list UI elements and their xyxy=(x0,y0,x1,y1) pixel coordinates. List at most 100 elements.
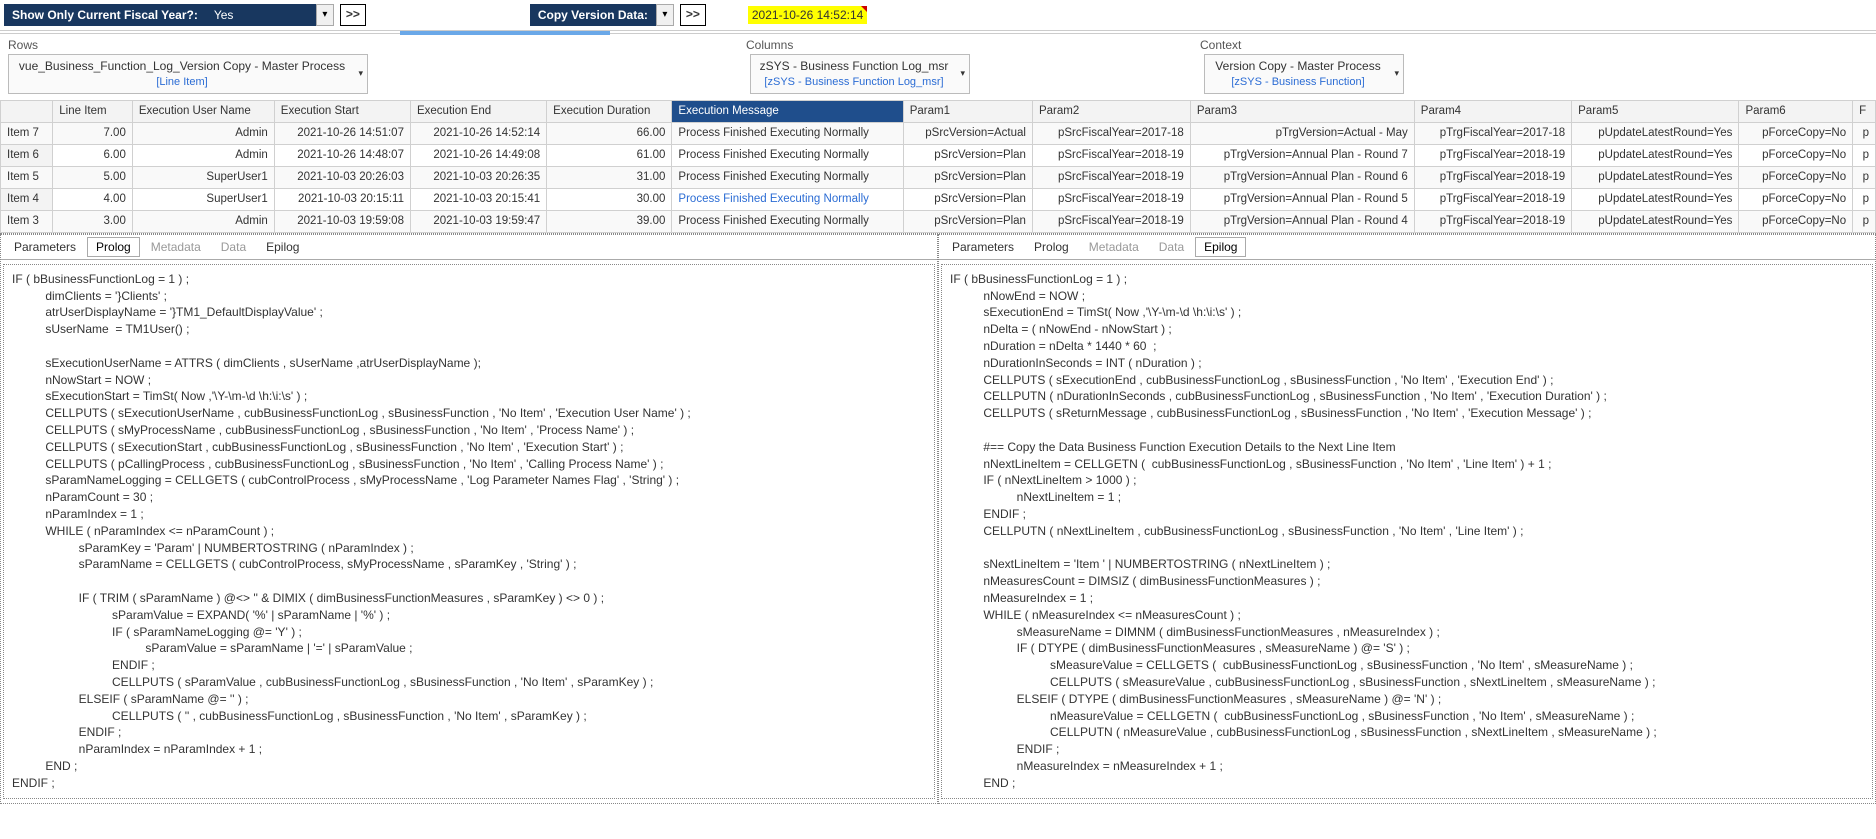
tab-prolog[interactable]: Prolog xyxy=(1025,237,1078,257)
cell-p7[interactable]: p xyxy=(1853,122,1876,144)
cell-p7[interactable]: p xyxy=(1853,144,1876,166)
col-end[interactable]: Execution End xyxy=(410,100,546,122)
col-param1[interactable]: Param1 xyxy=(903,100,1032,122)
row-header[interactable]: Item 6 xyxy=(1,144,53,166)
cell-p6[interactable]: pForceCopy=No xyxy=(1739,210,1853,232)
copy-version-go-button[interactable]: >> xyxy=(680,4,706,26)
cell-p3[interactable]: pTrgVersion=Annual Plan - Round 5 xyxy=(1190,188,1414,210)
cell-line[interactable]: 3.00 xyxy=(53,210,133,232)
col-param4[interactable]: Param4 xyxy=(1414,100,1571,122)
table-row[interactable]: Item 66.00Admin2021-10-26 14:48:072021-1… xyxy=(1,144,1876,166)
cell-duration[interactable]: 31.00 xyxy=(547,166,672,188)
data-grid[interactable]: Line Item Execution User Name Execution … xyxy=(0,100,1876,233)
cell-line[interactable]: 6.00 xyxy=(53,144,133,166)
cell-start[interactable]: 2021-10-26 14:51:07 xyxy=(274,122,410,144)
cell-user[interactable]: SuperUser1 xyxy=(132,188,274,210)
cell-p3[interactable]: pTrgVersion=Annual Plan - Round 6 xyxy=(1190,166,1414,188)
tab-data[interactable]: Data xyxy=(212,237,255,257)
cell-p3[interactable]: pTrgVersion=Annual Plan - Round 7 xyxy=(1190,144,1414,166)
cell-p5[interactable]: pUpdateLatestRound=Yes xyxy=(1572,188,1739,210)
cell-p5[interactable]: pUpdateLatestRound=Yes xyxy=(1572,210,1739,232)
cell-end[interactable]: 2021-10-03 19:59:47 xyxy=(410,210,546,232)
table-row[interactable]: Item 77.00Admin2021-10-26 14:51:072021-1… xyxy=(1,122,1876,144)
table-row[interactable]: Item 44.00SuperUser12021-10-03 20:15:112… xyxy=(1,188,1876,210)
cell-p2[interactable]: pSrcFiscalYear=2018-19 xyxy=(1032,188,1190,210)
copy-version-filter[interactable]: Copy Version Data: ▾ xyxy=(530,4,674,26)
cell-p5[interactable]: pUpdateLatestRound=Yes xyxy=(1572,144,1739,166)
cell-p6[interactable]: pForceCopy=No xyxy=(1739,188,1853,210)
cell-p6[interactable]: pForceCopy=No xyxy=(1739,166,1853,188)
row-header[interactable]: Item 5 xyxy=(1,166,53,188)
cell-p1[interactable]: pSrcVersion=Plan xyxy=(903,210,1032,232)
context-dimension-selector[interactable]: Version Copy - Master Process [zSYS - Bu… xyxy=(1204,54,1404,94)
tab-data[interactable]: Data xyxy=(1150,237,1193,257)
col-param6[interactable]: Param6 xyxy=(1739,100,1853,122)
tab-metadata[interactable]: Metadata xyxy=(1080,237,1148,257)
cell-end[interactable]: 2021-10-03 20:15:41 xyxy=(410,188,546,210)
cell-end[interactable]: 2021-10-26 14:52:14 xyxy=(410,122,546,144)
cell-p1[interactable]: pSrcVersion=Actual xyxy=(903,122,1032,144)
cell-p4[interactable]: pTrgFiscalYear=2017-18 xyxy=(1414,122,1571,144)
cell-p2[interactable]: pSrcFiscalYear=2018-19 xyxy=(1032,144,1190,166)
cell-message[interactable]: Process Finished Executing Normally xyxy=(672,166,903,188)
chevron-down-icon[interactable]: ▾ xyxy=(316,4,334,26)
col-duration[interactable]: Execution Duration xyxy=(547,100,672,122)
epilog-code[interactable]: IF ( bBusinessFunctionLog = 1 ) ; nNowEn… xyxy=(941,264,1873,799)
fiscal-year-filter[interactable]: Show Only Current Fiscal Year?: Yes ▾ xyxy=(4,4,334,26)
col-line-item[interactable]: Line Item xyxy=(53,100,133,122)
row-header[interactable]: Item 7 xyxy=(1,122,53,144)
cell-start[interactable]: 2021-10-03 20:15:11 xyxy=(274,188,410,210)
cell-p5[interactable]: pUpdateLatestRound=Yes xyxy=(1572,122,1739,144)
cell-p2[interactable]: pSrcFiscalYear=2018-19 xyxy=(1032,166,1190,188)
cell-p5[interactable]: pUpdateLatestRound=Yes xyxy=(1572,166,1739,188)
cell-p1[interactable]: pSrcVersion=Plan xyxy=(903,166,1032,188)
cell-duration[interactable]: 61.00 xyxy=(547,144,672,166)
cell-p3[interactable]: pTrgVersion=Annual Plan - Round 4 xyxy=(1190,210,1414,232)
cell-user[interactable]: Admin xyxy=(132,144,274,166)
cell-p7[interactable]: p xyxy=(1853,210,1876,232)
cell-p4[interactable]: pTrgFiscalYear=2018-19 xyxy=(1414,210,1571,232)
cell-p2[interactable]: pSrcFiscalYear=2018-19 xyxy=(1032,210,1190,232)
row-header[interactable]: Item 4 xyxy=(1,188,53,210)
chevron-down-icon[interactable]: ▾ xyxy=(656,4,674,26)
cell-user[interactable]: Admin xyxy=(132,210,274,232)
cell-start[interactable]: 2021-10-03 19:59:08 xyxy=(274,210,410,232)
cell-p1[interactable]: pSrcVersion=Plan xyxy=(903,188,1032,210)
cell-p7[interactable]: p xyxy=(1853,166,1876,188)
col-start[interactable]: Execution Start xyxy=(274,100,410,122)
cell-duration[interactable]: 66.00 xyxy=(547,122,672,144)
cell-start[interactable]: 2021-10-26 14:48:07 xyxy=(274,144,410,166)
cell-line[interactable]: 7.00 xyxy=(53,122,133,144)
col-user[interactable]: Execution User Name xyxy=(132,100,274,122)
cell-message[interactable]: Process Finished Executing Normally xyxy=(672,122,903,144)
cell-end[interactable]: 2021-10-03 20:26:35 xyxy=(410,166,546,188)
tab-epilog[interactable]: Epilog xyxy=(257,237,308,257)
cell-duration[interactable]: 30.00 xyxy=(547,188,672,210)
cell-p4[interactable]: pTrgFiscalYear=2018-19 xyxy=(1414,188,1571,210)
prolog-code[interactable]: IF ( bBusinessFunctionLog = 1 ) ; dimCli… xyxy=(3,264,935,799)
col-param7[interactable]: F xyxy=(1853,100,1876,122)
cell-end[interactable]: 2021-10-26 14:49:08 xyxy=(410,144,546,166)
cell-p2[interactable]: pSrcFiscalYear=2017-18 xyxy=(1032,122,1190,144)
cell-message[interactable]: Process Finished Executing Normally xyxy=(672,210,903,232)
col-param2[interactable]: Param2 xyxy=(1032,100,1190,122)
table-row[interactable]: Item 55.00SuperUser12021-10-03 20:26:032… xyxy=(1,166,1876,188)
columns-dimension-selector[interactable]: zSYS - Business Function Log_msr [zSYS -… xyxy=(750,54,970,94)
cell-p1[interactable]: pSrcVersion=Plan xyxy=(903,144,1032,166)
cell-duration[interactable]: 39.00 xyxy=(547,210,672,232)
cell-message[interactable]: Process Finished Executing Normally xyxy=(672,188,903,210)
cell-p7[interactable]: p xyxy=(1853,188,1876,210)
cell-p3[interactable]: pTrgVersion=Actual - May xyxy=(1190,122,1414,144)
cell-p4[interactable]: pTrgFiscalYear=2018-19 xyxy=(1414,144,1571,166)
tab-prolog[interactable]: Prolog xyxy=(87,237,140,257)
cell-line[interactable]: 5.00 xyxy=(53,166,133,188)
fiscal-year-go-button[interactable]: >> xyxy=(340,4,366,26)
cell-line[interactable]: 4.00 xyxy=(53,188,133,210)
rows-dimension-selector[interactable]: vue_Business_Function_Log_Version Copy -… xyxy=(8,54,368,94)
tab-parameters[interactable]: Parameters xyxy=(5,237,85,257)
tab-metadata[interactable]: Metadata xyxy=(142,237,210,257)
cell-message[interactable]: Process Finished Executing Normally xyxy=(672,144,903,166)
cell-user[interactable]: Admin xyxy=(132,122,274,144)
row-header[interactable]: Item 3 xyxy=(1,210,53,232)
col-message[interactable]: Execution Message xyxy=(672,100,903,122)
